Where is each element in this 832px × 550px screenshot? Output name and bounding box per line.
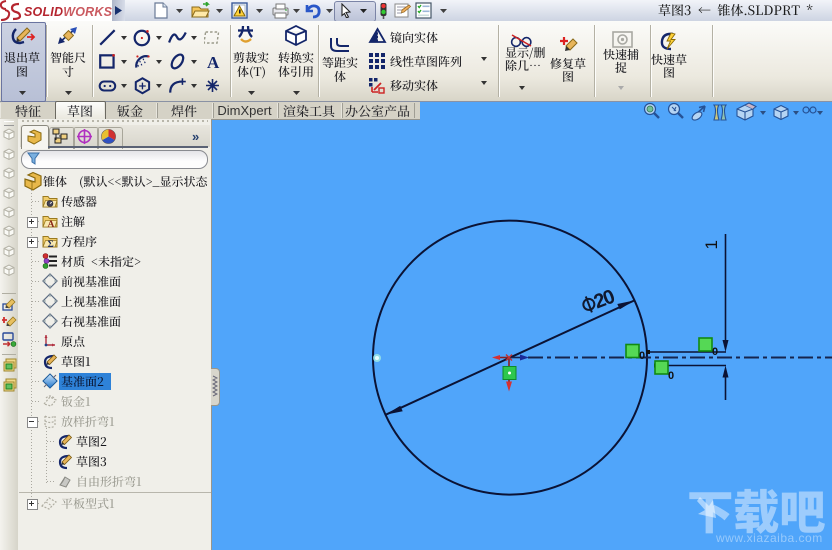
svg-text:0: 0 <box>712 346 718 358</box>
svg-text:Σ: Σ <box>48 240 54 249</box>
svg-text:A: A <box>48 220 55 229</box>
svg-text:A: A <box>207 53 220 71</box>
svg-text:0: 0 <box>639 350 645 362</box>
svg-text:1: 1 <box>702 240 721 249</box>
svg-text:0: 0 <box>668 370 674 382</box>
